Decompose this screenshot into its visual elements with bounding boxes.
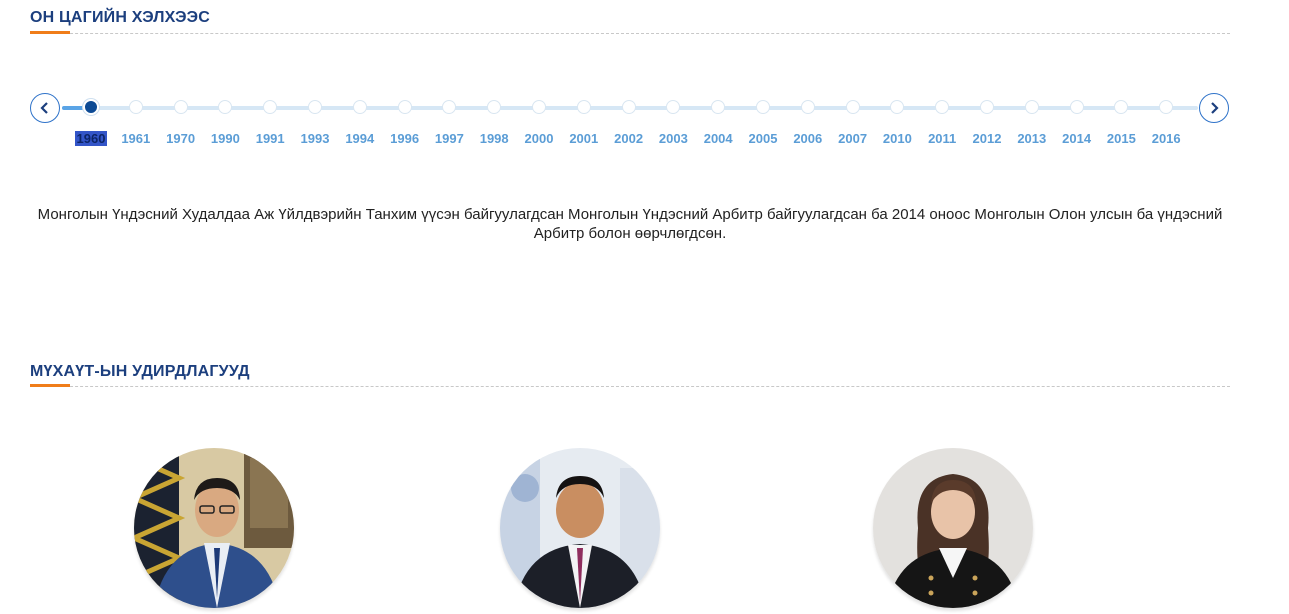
timeline-dot[interactable] xyxy=(800,100,815,114)
timeline-section-title: ОН ЦАГИЙН ХЭЛХЭЭС xyxy=(30,9,211,26)
leader-photo-3[interactable] xyxy=(873,448,1033,608)
chevron-left-icon xyxy=(40,102,48,114)
timeline-year-2003[interactable]: 2003 xyxy=(655,131,691,146)
timeline-dot[interactable] xyxy=(711,100,726,114)
leader-3-image xyxy=(873,448,1033,608)
timeline-year-1961[interactable]: 1961 xyxy=(118,131,154,146)
timeline-dot[interactable] xyxy=(935,100,950,114)
timeline-year-2015[interactable]: 2015 xyxy=(1103,131,1139,146)
timeline-dot[interactable] xyxy=(173,100,188,114)
timeline-year-1996[interactable]: 1996 xyxy=(387,131,423,146)
leader-1-image xyxy=(134,448,294,608)
timeline-title-accent xyxy=(30,31,70,34)
timeline-dot[interactable] xyxy=(397,100,412,114)
chevron-right-icon xyxy=(1211,102,1219,114)
timeline-dot[interactable] xyxy=(1114,100,1129,114)
timeline-dot[interactable] xyxy=(218,100,233,114)
leader-2-image xyxy=(500,448,660,608)
timeline-dot[interactable] xyxy=(532,100,546,114)
timeline-dot[interactable] xyxy=(128,100,143,114)
timeline-year-2012[interactable]: 2012 xyxy=(969,131,1005,146)
timeline-description: Монголын Үндэсний Худалдаа Аж Үйлдвэрийн… xyxy=(37,206,1223,242)
timeline-year-1960[interactable]: 1960 xyxy=(75,131,107,146)
timeline-dot[interactable] xyxy=(621,100,636,114)
timeline-dot[interactable] xyxy=(666,100,681,114)
timeline-dot[interactable] xyxy=(352,100,367,114)
timeline-dot[interactable] xyxy=(1159,100,1174,114)
timeline-year-2005[interactable]: 2005 xyxy=(745,131,781,146)
timeline-dot[interactable] xyxy=(263,100,278,114)
timeline-year-2014[interactable]: 2014 xyxy=(1059,131,1095,146)
timeline-year-2016[interactable]: 2016 xyxy=(1148,131,1184,146)
timeline-year-2001[interactable]: 2001 xyxy=(566,131,602,146)
leaders-section-title: МҮХАҮТ-ЫН УДИРДЛАГУУД xyxy=(30,363,250,380)
timeline-year-2010[interactable]: 2010 xyxy=(879,131,915,146)
timeline-dot[interactable] xyxy=(845,100,860,114)
timeline-year-2002[interactable]: 2002 xyxy=(611,131,647,146)
timeline-dot[interactable] xyxy=(576,100,591,114)
timeline-dot[interactable] xyxy=(308,100,322,114)
timeline-year-1997[interactable]: 1997 xyxy=(431,131,467,146)
timeline-year-1990[interactable]: 1990 xyxy=(207,131,243,146)
timeline-year-2013[interactable]: 2013 xyxy=(1014,131,1050,146)
timeline-year-1991[interactable]: 1991 xyxy=(252,131,288,146)
timeline-dot[interactable] xyxy=(487,100,502,114)
timeline-title-divider xyxy=(30,33,1230,34)
timeline-dot[interactable] xyxy=(756,100,770,114)
timeline-dot[interactable] xyxy=(442,100,457,114)
timeline-year-2007[interactable]: 2007 xyxy=(835,131,871,146)
timeline-year-1970[interactable]: 1970 xyxy=(163,131,199,146)
timeline-dot[interactable] xyxy=(890,100,905,114)
timeline-dot[interactable] xyxy=(980,100,994,114)
timeline-year-1994[interactable]: 1994 xyxy=(342,131,378,146)
timeline-dot[interactable] xyxy=(1024,100,1039,114)
leaders-title-divider xyxy=(30,386,1230,387)
timeline-year-1993[interactable]: 1993 xyxy=(297,131,333,146)
timeline-dot[interactable] xyxy=(83,99,99,115)
leaders-title-accent xyxy=(30,384,70,387)
timeline-year-2006[interactable]: 2006 xyxy=(790,131,826,146)
leader-photo-1[interactable] xyxy=(134,448,294,608)
timeline-prev-button[interactable] xyxy=(30,93,60,123)
timeline-dot[interactable] xyxy=(1069,100,1084,114)
timeline-year-2000[interactable]: 2000 xyxy=(521,131,557,146)
timeline-year-2004[interactable]: 2004 xyxy=(700,131,736,146)
timeline-year-1998[interactable]: 1998 xyxy=(476,131,512,146)
timeline-next-button[interactable] xyxy=(1199,93,1229,123)
timeline-year-2011[interactable]: 2011 xyxy=(924,131,960,146)
leader-photo-2[interactable] xyxy=(500,448,660,608)
